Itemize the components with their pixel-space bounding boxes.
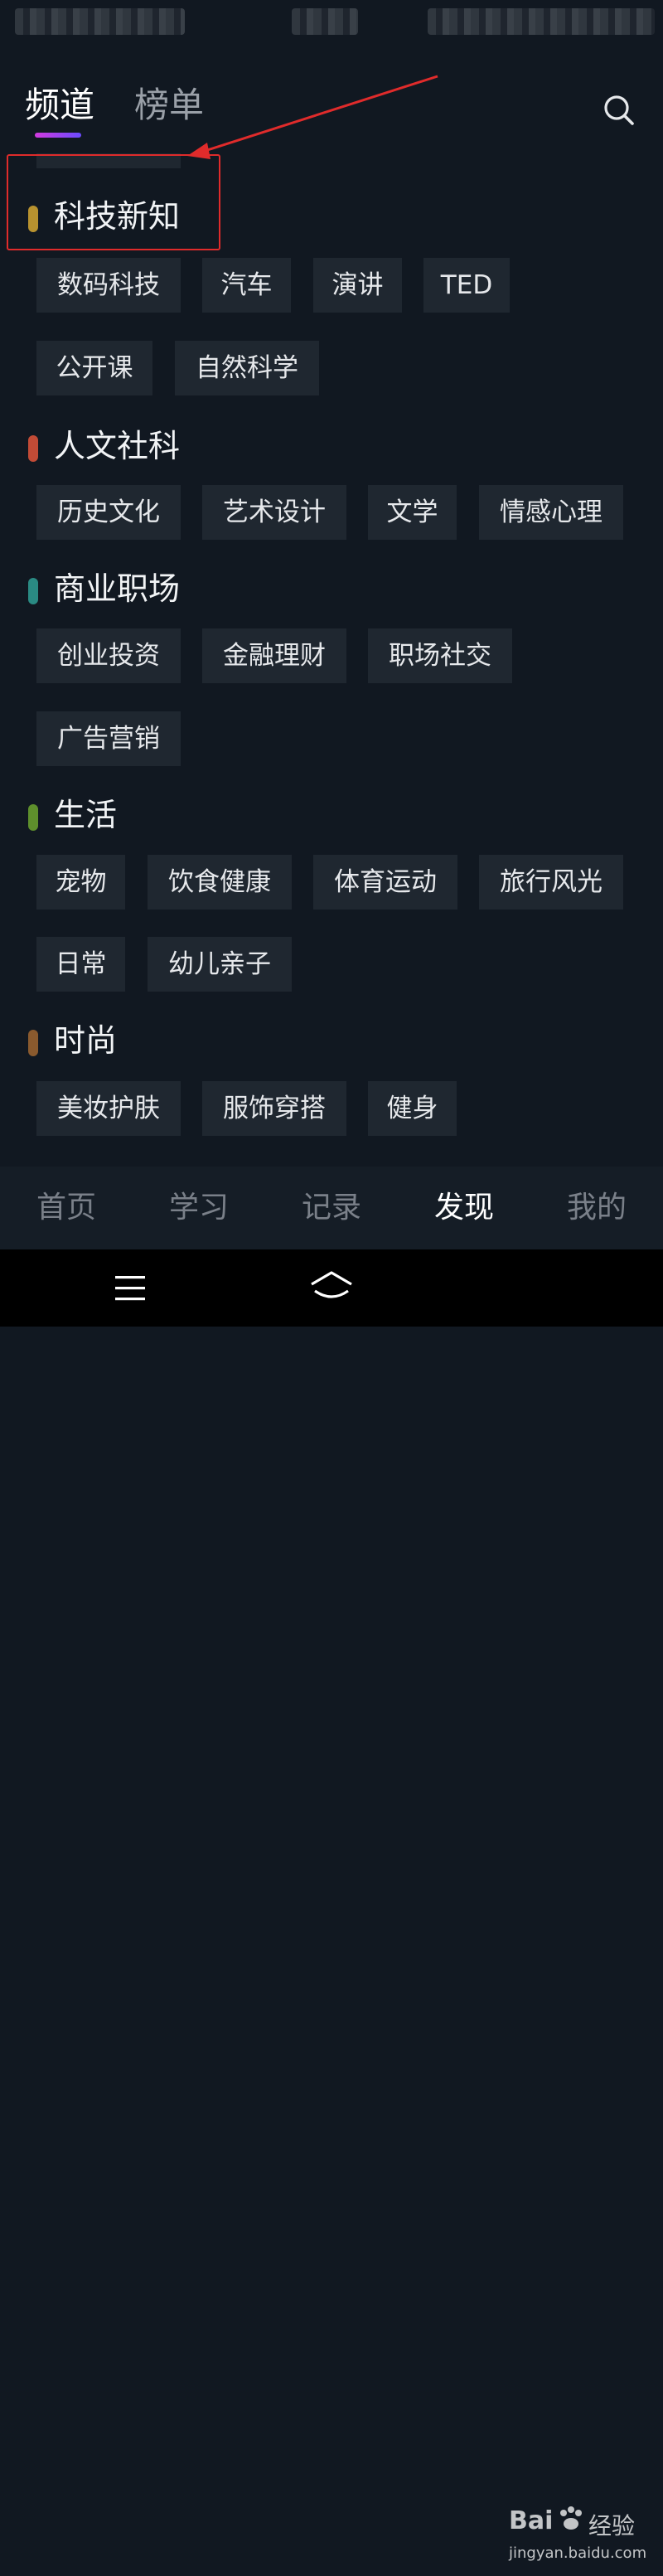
channel-chip[interactable]: 广告营销 bbox=[36, 711, 181, 766]
channel-chip[interactable]: 服饰穿搭 bbox=[202, 1081, 346, 1136]
channel-chip[interactable]: 自然科学 bbox=[175, 341, 319, 395]
channel-chip[interactable]: 数码科技 bbox=[36, 258, 181, 313]
watermark: Bai 经验 jingyan.baidu.com bbox=[509, 2503, 663, 2576]
channel-chip[interactable]: 汽车 bbox=[202, 258, 291, 313]
watermark-brand: Bai bbox=[509, 2506, 554, 2535]
menu-icon[interactable] bbox=[114, 1274, 147, 1303]
section-marker bbox=[28, 804, 38, 831]
channel-chip[interactable]: 金融理财 bbox=[202, 628, 346, 683]
channel-chip[interactable]: 艺术设计 bbox=[202, 485, 346, 540]
status-blurred-time bbox=[292, 8, 358, 35]
status-blurred-left bbox=[15, 8, 185, 35]
nav-mine[interactable]: 我的 bbox=[530, 1167, 663, 1249]
section-marker bbox=[28, 435, 38, 462]
nav-study[interactable]: 学习 bbox=[133, 1167, 265, 1249]
watermark-url: jingyan.baidu.com bbox=[509, 2544, 647, 2562]
nav-records[interactable]: 记录 bbox=[265, 1167, 398, 1249]
channel-chip[interactable]: 饮食健康 bbox=[148, 855, 292, 910]
status-blurred-right bbox=[428, 8, 655, 35]
channel-chip[interactable]: 美妆护肤 bbox=[36, 1081, 181, 1136]
nav-home[interactable]: 首页 bbox=[0, 1167, 133, 1249]
bottom-nav: 首页 学习 记录 发现 我的 bbox=[0, 1167, 663, 1249]
channel-chip[interactable]: 历史文化 bbox=[36, 485, 181, 540]
channel-chip[interactable]: 健身 bbox=[368, 1081, 457, 1136]
nav-discover[interactable]: 发现 bbox=[398, 1167, 530, 1249]
tab-rankings[interactable]: 榜单 bbox=[134, 81, 204, 129]
channel-chip[interactable]: 公开课 bbox=[36, 341, 152, 395]
home-icon[interactable] bbox=[307, 1269, 356, 1304]
channel-chip[interactable]: 情感心理 bbox=[479, 485, 623, 540]
channel-chip[interactable]: 体育运动 bbox=[313, 855, 457, 910]
section-title: 人文社科 bbox=[54, 428, 181, 464]
status-bar bbox=[0, 0, 663, 46]
tab-channels[interactable]: 频道 bbox=[25, 81, 94, 129]
channel-chip[interactable]: 幼儿亲子 bbox=[148, 937, 292, 992]
channel-chip[interactable]: TED bbox=[423, 258, 510, 313]
section-title: 商业职场 bbox=[54, 570, 181, 607]
channel-chip[interactable]: 创业投资 bbox=[36, 628, 181, 683]
paw-icon bbox=[560, 2506, 582, 2530]
annotation-highlight-box bbox=[7, 154, 220, 250]
search-icon bbox=[604, 95, 634, 125]
channel-list[interactable]: 科技新知 数码科技 汽车 演讲 TED 公开课 自然科学 人文社科 历史文化 艺… bbox=[0, 153, 663, 1165]
section-marker bbox=[28, 1030, 38, 1056]
search-button[interactable] bbox=[602, 93, 636, 128]
section-title: 时尚 bbox=[54, 1022, 118, 1059]
active-tab-indicator bbox=[35, 133, 81, 138]
section-title: 生活 bbox=[54, 797, 118, 833]
channel-chip[interactable]: 演讲 bbox=[313, 258, 402, 313]
watermark-brand2: 经验 bbox=[588, 2512, 636, 2540]
channel-chip[interactable]: 日常 bbox=[36, 937, 125, 992]
channel-chip[interactable]: 旅行风光 bbox=[479, 855, 623, 910]
channel-chip[interactable]: 文学 bbox=[368, 485, 457, 540]
channel-chip[interactable]: 宠物 bbox=[36, 855, 125, 910]
section-marker bbox=[28, 578, 38, 604]
channel-chip[interactable]: 职场社交 bbox=[368, 628, 512, 683]
system-nav-bar: Bai 经验 jingyan.baidu.com bbox=[0, 1249, 663, 2562]
